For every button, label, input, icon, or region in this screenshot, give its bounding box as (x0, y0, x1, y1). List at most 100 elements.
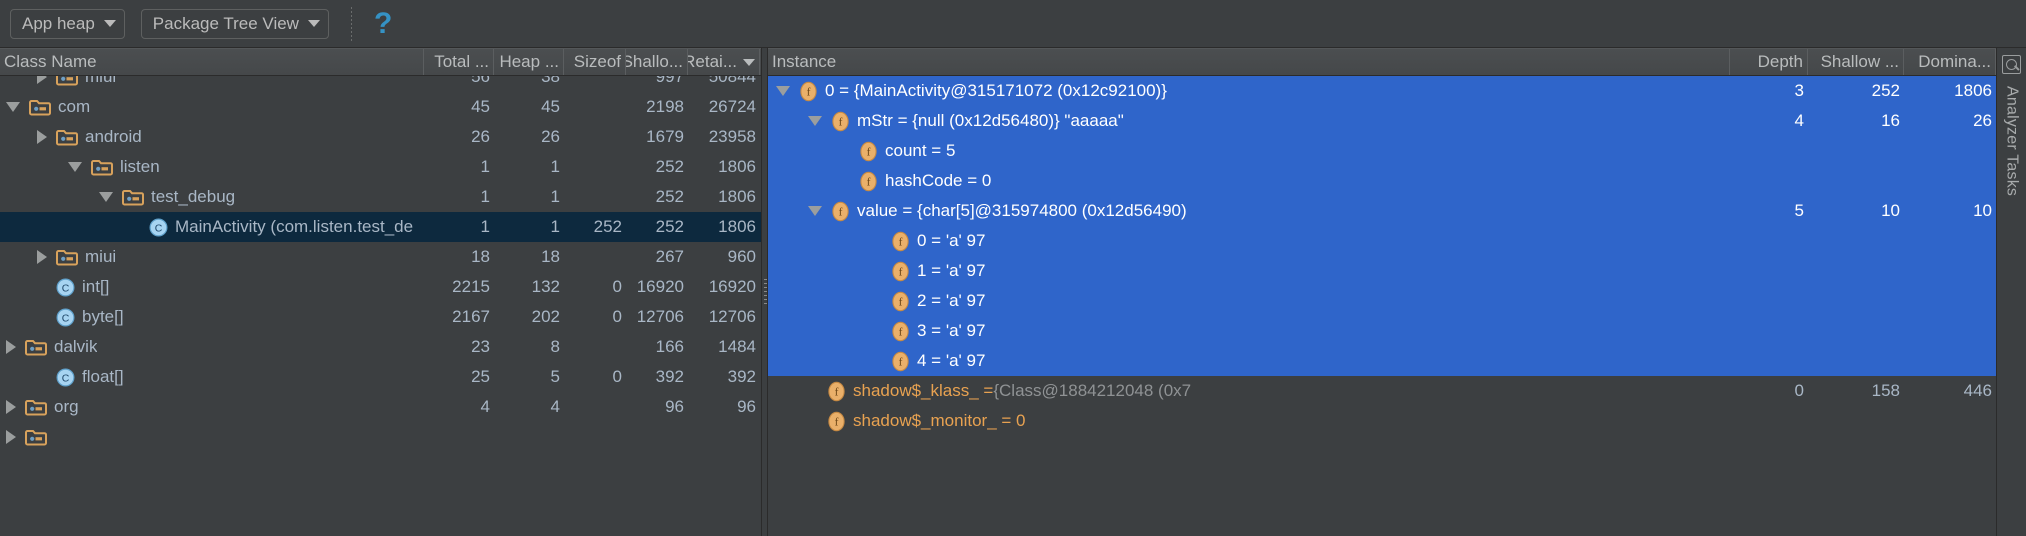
class-name-cell: com (0, 97, 424, 117)
class-retained-cell: 23958 (708, 127, 756, 146)
help-icon[interactable]: ? (366, 8, 400, 39)
svg-text:f: f (807, 86, 811, 98)
tab-analyzer-tasks[interactable]: Analyzer Tasks (2003, 86, 2021, 196)
column-header-dominate[interactable]: Domina... (1904, 49, 1996, 75)
field-icon: f (859, 171, 878, 192)
chevron-right-icon[interactable] (37, 130, 47, 144)
class-heap-cell: 1 (550, 217, 560, 236)
instance-name-suffix: {Class@1884212048 (0x7 (993, 381, 1192, 400)
instance-row[interactable]: f hashCode = 0 (768, 166, 1996, 196)
class-total-cell: 2215 (452, 277, 490, 296)
instance-table-body[interactable]: f 0 = {MainActivity@315171072 (0x12c92100… (768, 76, 1996, 536)
class-total-cell: 23 (471, 337, 490, 356)
class-row[interactable]: test_debug 1 1 252 1806 (0, 182, 761, 212)
chevron-right-icon[interactable] (37, 76, 47, 84)
folder-icon (56, 129, 78, 146)
instance-row[interactable]: f 3 = 'a' 97 (768, 316, 1996, 346)
instance-dominate-cell: 26 (1973, 111, 1992, 130)
class-row[interactable]: Cint[] 2215 132 0 16920 16920 (0, 272, 761, 302)
instance-row[interactable]: f 0 = 'a' 97 (768, 226, 1996, 256)
class-heap-cell: 202 (531, 307, 560, 326)
class-sizeof-cell: 252 (593, 217, 622, 236)
class-shallow-cell: 12706 (636, 307, 684, 326)
instance-dominate-cell: 10 (1973, 201, 1992, 220)
class-row[interactable] (0, 422, 761, 452)
chevron-down-icon[interactable] (776, 86, 790, 96)
instance-row[interactable]: f mStr = {null (0x12d56480)} "aaaaa" 4 16 26 (768, 106, 1996, 136)
class-name-label: test_debug (151, 187, 236, 206)
class-name-label: org (54, 397, 79, 416)
class-row[interactable]: listen 1 1 252 1806 (0, 152, 761, 182)
class-name-cell: miui (0, 247, 424, 267)
analyzer-icon[interactable] (2002, 55, 2021, 74)
class-heap-cell: 26 (541, 127, 560, 146)
instance-row[interactable]: f 0 = {MainActivity@315171072 (0x12c92100… (768, 76, 1996, 106)
instance-name-cell: f shadow$_klass_ = {Class@1884212048 (0x7 (768, 381, 1730, 402)
chevron-down-icon[interactable] (808, 116, 822, 126)
column-header-sizeof[interactable]: Sizeof (564, 49, 626, 75)
instance-name-cell: f shadow$_monitor_ = 0 (768, 411, 1730, 432)
instance-row[interactable]: f 4 = 'a' 97 (768, 346, 1996, 376)
chevron-right-icon[interactable] (6, 400, 16, 414)
instance-row[interactable]: f 2 = 'a' 97 (768, 286, 1996, 316)
class-table-body[interactable]: miui 56 38 997 50844 com 45 45 2198 26724 android 2… (0, 76, 761, 536)
column-header-label: Shallo... (626, 52, 683, 71)
pane-divider[interactable] (761, 48, 768, 536)
instance-row[interactable]: f value = {char[5]@315974800 (0x12d56490)… (768, 196, 1996, 226)
chevron-down-icon[interactable] (68, 162, 82, 172)
class-row[interactable]: dalvik 23 8 166 1484 (0, 332, 761, 362)
field-icon: f (831, 201, 850, 222)
class-icon: C (56, 278, 75, 297)
column-header-shallow[interactable]: Shallo... (626, 49, 688, 75)
instance-row[interactable]: f count = 5 (768, 136, 1996, 166)
heap-select-dropdown[interactable]: App heap (10, 8, 125, 39)
instance-depth-cell: 5 (1794, 201, 1804, 220)
class-name-cell: test_debug (0, 187, 424, 207)
instance-row[interactable]: f shadow$_klass_ = {Class@1884212048 (0x7… (768, 376, 1996, 406)
chevron-right-icon[interactable] (6, 340, 16, 354)
chevron-right-icon[interactable] (37, 250, 47, 264)
class-total-cell: 18 (471, 247, 490, 266)
class-row[interactable]: miui 56 38 997 50844 (0, 76, 761, 92)
heap-select-label: App heap (22, 13, 95, 33)
class-row[interactable]: org 4 4 96 96 (0, 392, 761, 422)
content-split: Class Name Total ... Heap ... Sizeof Shallo.… (0, 48, 2026, 536)
column-header-retained[interactable]: Retai... (688, 49, 760, 75)
column-header-depth[interactable]: Depth (1730, 49, 1808, 75)
view-select-dropdown[interactable]: Package Tree View (140, 8, 329, 39)
chevron-down-icon[interactable] (808, 206, 822, 216)
view-select-label: Package Tree View (152, 13, 299, 33)
toolbar-separator (350, 6, 352, 41)
column-header-total[interactable]: Total ... (424, 49, 494, 75)
class-shallow-cell: 252 (655, 217, 684, 236)
instance-name-cell: f mStr = {null (0x12d56480)} "aaaaa" (768, 111, 1730, 132)
class-name-cell: dalvik (0, 337, 424, 357)
instance-row[interactable]: f shadow$_monitor_ = 0 (768, 406, 1996, 436)
instance-name-cell: f 0 = 'a' 97 (768, 231, 1730, 252)
field-icon: f (891, 231, 910, 252)
class-row[interactable]: com 45 45 2198 26724 (0, 92, 761, 122)
field-icon: f (827, 411, 846, 432)
class-row[interactable]: miui 18 18 267 960 (0, 242, 761, 272)
column-header-name[interactable]: Class Name (0, 49, 424, 75)
class-row[interactable]: C MainActivity (com.listen.test_de 1 1 252 25… (0, 212, 761, 242)
class-retained-cell: 12706 (708, 307, 756, 326)
svg-text:f: f (899, 266, 903, 278)
instance-name-label: 4 = 'a' 97 (917, 351, 986, 370)
chevron-right-icon[interactable] (6, 430, 16, 444)
column-header-instance[interactable]: Instance (768, 49, 1730, 75)
class-row[interactable]: Cbyte[] 2167 202 0 12706 12706 (0, 302, 761, 332)
chevron-down-icon[interactable] (99, 192, 113, 202)
instance-row[interactable]: f 1 = 'a' 97 (768, 256, 1996, 286)
class-retained-cell: 1806 (718, 157, 756, 176)
column-header-heap[interactable]: Heap ... (494, 49, 564, 75)
chevron-down-icon[interactable] (6, 102, 20, 112)
divider-grip[interactable] (764, 279, 767, 305)
class-row[interactable]: android 26 26 1679 23958 (0, 122, 761, 152)
svg-text:C: C (62, 312, 70, 324)
class-heap-cell: 132 (531, 277, 560, 296)
class-row[interactable]: Cfloat[] 25 5 0 392 392 (0, 362, 761, 392)
class-retained-cell: 392 (727, 367, 756, 386)
column-header-shallow[interactable]: Shallow ... (1808, 49, 1904, 75)
class-name-cell: C MainActivity (com.listen.test_de (0, 217, 424, 237)
